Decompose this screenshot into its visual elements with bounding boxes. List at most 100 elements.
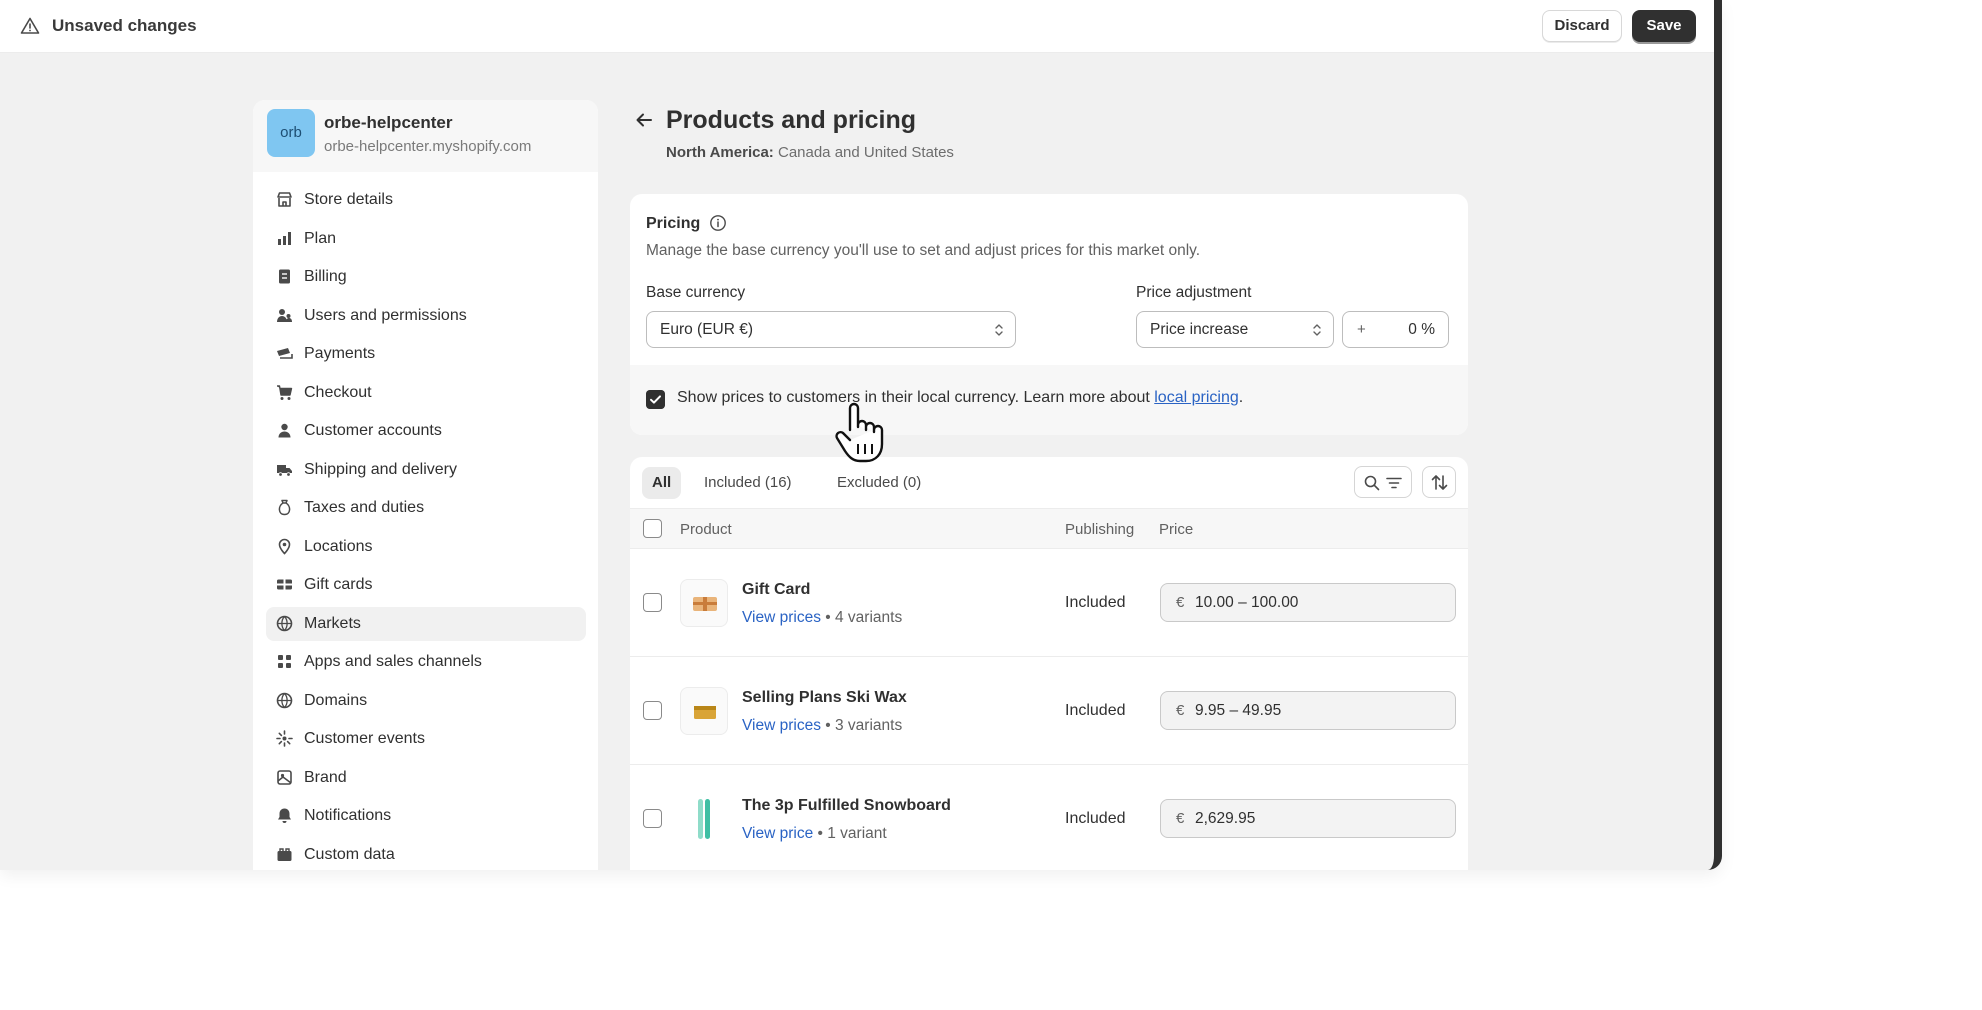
sidebar-item-label: Checkout — [304, 383, 372, 401]
warning-icon — [20, 17, 40, 34]
store-domain: orbe-helpcenter.myshopify.com — [324, 138, 532, 155]
price-field[interactable]: € 2,629.95 — [1160, 799, 1456, 838]
sidebar-item-label: Brand — [304, 768, 347, 786]
sidebar-item-apps-and-sales-channels[interactable]: Apps and sales channels — [266, 645, 586, 679]
sidebar-item-label: Plan — [304, 229, 337, 247]
price-adjustment-select[interactable]: Price increase — [1136, 311, 1334, 348]
row-checkbox[interactable] — [643, 593, 662, 612]
sidebar-item-markets[interactable]: Markets — [266, 606, 586, 641]
variant-count: • 3 variants — [820, 717, 903, 734]
product-thumbnail — [680, 795, 728, 843]
location-pin-icon — [278, 538, 291, 555]
sidebar-item-label: Customer events — [304, 730, 425, 747]
snowboard-image — [698, 799, 710, 839]
sidebar-item-checkout[interactable]: Checkout — [266, 376, 586, 410]
publishing-status: Included — [1065, 594, 1126, 611]
sidebar-item-label: Customer accounts — [304, 422, 442, 439]
price-range: 2,629.95 — [1195, 810, 1256, 827]
store-icon — [277, 192, 292, 207]
sidebar-item-billing[interactable]: Billing — [266, 260, 586, 294]
sidebar-item-locations[interactable]: Locations — [266, 530, 586, 564]
row-checkbox[interactable] — [643, 701, 662, 720]
unsaved-changes-title: Unsaved changes — [52, 16, 197, 35]
sidebar-item-store-details[interactable]: Store details — [266, 183, 586, 217]
sidebar-item-brand[interactable]: Brand — [266, 761, 586, 795]
sidebar-item-plan[interactable]: Plan — [266, 222, 586, 256]
brand-icon — [277, 769, 292, 785]
payments-icon — [277, 348, 293, 359]
view-prices-link[interactable]: View prices — [742, 717, 821, 734]
select-all-checkbox[interactable] — [643, 519, 662, 538]
sidebar-item-label: Shipping and delivery — [304, 460, 457, 478]
column-publishing: Publishing — [1065, 521, 1135, 538]
base-currency-select[interactable]: Euro (EUR €) — [646, 311, 1016, 348]
view-prices-link[interactable]: View price — [742, 825, 813, 842]
product-thumbnail — [680, 687, 728, 735]
sidebar-item-label: Custom data — [304, 845, 395, 863]
store-name: orbe-helpcenter — [324, 113, 453, 132]
local-currency-checkbox[interactable] — [646, 390, 665, 409]
sidebar-item-label: Taxes and duties — [304, 499, 425, 516]
view-prices-link[interactable]: View prices — [742, 609, 821, 626]
store-header[interactable]: orb orbe-helpcenter orbe-helpcenter.mysh… — [253, 100, 598, 172]
table-header: Product Publishing Price — [630, 508, 1468, 549]
adjustment-percent: 0 % — [1408, 321, 1435, 338]
sidebar-item-label: Billing — [304, 268, 347, 285]
search-filter-button[interactable] — [1354, 466, 1412, 498]
product-name: The 3p Fulfilled Snowboard — [742, 797, 951, 814]
product-meta: View price • 1 variant — [742, 825, 887, 843]
variant-count: • 4 variants — [820, 609, 903, 626]
store-avatar: orb — [267, 109, 315, 157]
sidebar-item-taxes-and-duties[interactable]: Taxes and duties — [266, 491, 586, 525]
settings-sidebar: orb orbe-helpcenter orbe-helpcenter.mysh… — [253, 100, 598, 870]
publishing-status: Included — [1065, 702, 1126, 719]
sort-icon — [1431, 475, 1448, 490]
page-subtitle: North America: Canada and United States — [666, 144, 954, 161]
info-icon[interactable] — [709, 214, 727, 232]
sidebar-item-shipping-and-delivery[interactable]: Shipping and delivery — [266, 453, 586, 487]
pricing-card: Pricing Manage the base currency you'll … — [630, 194, 1468, 435]
price-field[interactable]: € 10.00 – 100.00 — [1160, 583, 1456, 622]
back-arrow-icon[interactable] — [632, 108, 656, 132]
table-row[interactable]: The 3p Fulfilled Snowboard View price • … — [630, 765, 1468, 870]
tab-all[interactable]: All — [642, 467, 682, 499]
sidebar-item-notifications[interactable]: Notifications — [266, 799, 586, 833]
save-button[interactable]: Save — [1632, 10, 1696, 42]
sidebar-item-customer-events[interactable]: Customer events — [266, 722, 586, 756]
sidebar-item-label: Gift cards — [304, 576, 373, 593]
sidebar-item-payments[interactable]: Payments — [266, 337, 586, 371]
sidebar-item-label: Notifications — [304, 807, 392, 824]
product-thumbnail — [680, 579, 728, 627]
page-title: Products and pricing — [666, 106, 917, 134]
pricing-description: Manage the base currency you'll use to s… — [646, 242, 1201, 259]
sidebar-item-gift-cards[interactable]: Gift cards — [266, 568, 586, 602]
gift-card-icon — [277, 579, 292, 590]
local-pricing-link[interactable]: local pricing — [1154, 389, 1238, 406]
sidebar-item-custom-data[interactable]: Custom data — [266, 838, 586, 871]
local-currency-label: Show prices to customers in their local … — [677, 389, 1155, 406]
events-icon — [276, 730, 293, 747]
tab-included[interactable]: Included (16) — [694, 467, 802, 499]
apps-icon — [278, 655, 291, 668]
users-icon — [277, 308, 292, 322]
currency-symbol: € — [1176, 702, 1185, 719]
table-row[interactable]: Gift Card View prices • 4 variants Inclu… — [630, 549, 1468, 657]
sidebar-item-domains[interactable]: Domains — [266, 684, 586, 718]
price-adjustment-value: Price increase — [1150, 321, 1249, 338]
settings-nav: Store details Plan Billing Users and permis… — [266, 183, 586, 870]
sidebar-item-users-and-permissions[interactable]: Users and permissions — [266, 299, 586, 333]
local-currency-row: Show prices to customers in their local … — [630, 365, 1468, 435]
sidebar-item-customer-accounts[interactable]: Customer accounts — [266, 414, 586, 448]
adjustment-sign: + — [1357, 321, 1366, 338]
row-checkbox[interactable] — [643, 809, 662, 828]
tab-excluded[interactable]: Excluded (0) — [827, 467, 931, 499]
table-row[interactable]: Selling Plans Ski Wax View prices • 3 va… — [630, 657, 1468, 765]
product-name: Gift Card — [742, 581, 811, 598]
unsaved-changes-bar: Unsaved changes Discard Save — [0, 0, 1714, 53]
price-field[interactable]: € 9.95 – 49.95 — [1160, 691, 1456, 730]
discard-button[interactable]: Discard — [1542, 10, 1622, 42]
gift-card-image — [693, 597, 717, 611]
sort-button[interactable] — [1422, 466, 1456, 498]
adjustment-percent-input[interactable]: + 0 % — [1342, 311, 1449, 348]
sidebar-item-label: Markets — [304, 614, 361, 632]
